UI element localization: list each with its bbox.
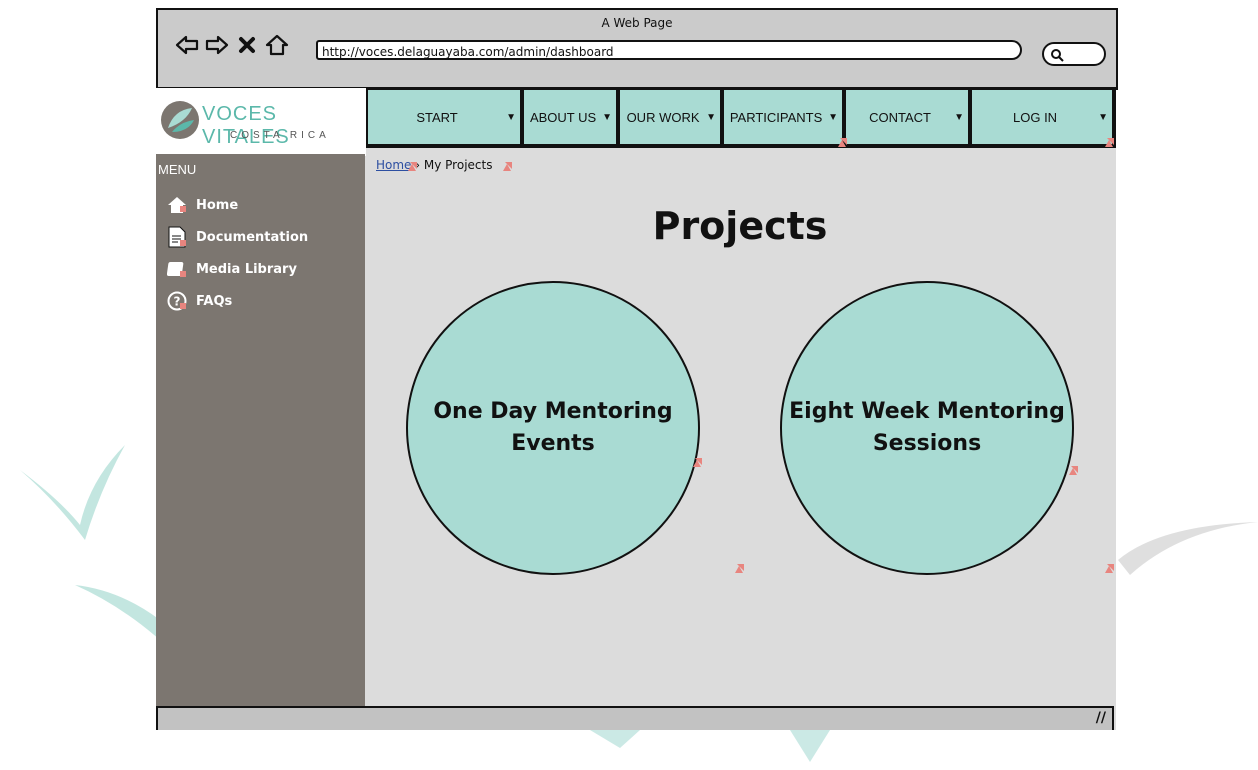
link-marker-icon <box>1105 564 1114 573</box>
logo-icon <box>161 101 199 139</box>
sidebar-item-home[interactable]: Home <box>166 194 238 216</box>
page-title: Projects <box>652 204 828 248</box>
project-title-line2: Events <box>511 431 595 456</box>
nav-contact[interactable]: CONTACT ▼ <box>844 88 972 148</box>
sidebar-item-media-library[interactable]: Media Library <box>166 258 297 280</box>
nav-our-work[interactable]: OUR WORK ▼ <box>618 88 724 148</box>
question-icon: ? <box>166 290 188 312</box>
nav-start[interactable]: START ▼ <box>366 88 524 148</box>
link-marker-icon <box>1105 138 1114 147</box>
breadcrumb-current: My Projects <box>423 158 493 172</box>
status-bar: // <box>156 706 1114 730</box>
browser-window: A Web Page http://voces.delaguayaba.com/… <box>156 8 1118 730</box>
chevron-down-icon: ▼ <box>1098 111 1108 123</box>
chevron-down-icon: ▼ <box>506 111 516 123</box>
breadcrumb: Home › My Projects <box>376 158 492 172</box>
media-icon <box>166 258 188 280</box>
link-marker-icon <box>408 162 417 171</box>
project-eight-week-mentoring[interactable]: Eight Week Mentoring Sessions <box>780 281 1074 575</box>
link-marker-icon <box>735 564 744 573</box>
sidebar: MENU Home Documentation Media Library ? … <box>156 154 365 706</box>
project-title-line1: Eight Week Mentoring <box>789 399 1065 424</box>
chevron-down-icon: ▼ <box>954 111 964 123</box>
link-marker-icon <box>1069 466 1078 475</box>
link-marker-icon <box>503 162 512 171</box>
sidebar-title: MENU <box>158 162 197 177</box>
sidebar-item-label: Media Library <box>196 261 297 277</box>
nav-start-label: START <box>416 109 458 125</box>
project-one-day-mentoring[interactable]: One Day Mentoring Events <box>406 281 700 575</box>
nav-log-in[interactable]: LOG IN ▼ <box>970 88 1116 148</box>
home-icon[interactable] <box>264 32 290 58</box>
search-icon <box>1050 47 1064 66</box>
link-marker-icon <box>693 458 702 467</box>
browser-nav-buttons <box>174 32 290 58</box>
site-logo[interactable]: VOCES VITALES COSTA RICA <box>156 88 366 156</box>
nav-participants[interactable]: PARTICIPANTS ▼ <box>722 88 846 148</box>
close-icon[interactable] <box>234 32 260 58</box>
window-title: A Web Page <box>601 16 673 30</box>
nav-our-work-label: OUR WORK <box>626 109 700 125</box>
browser-chrome: A Web Page http://voces.delaguayaba.com/… <box>156 8 1118 90</box>
sidebar-item-faqs[interactable]: ? FAQs <box>166 290 232 312</box>
home-icon <box>166 194 188 216</box>
document-icon <box>166 226 188 248</box>
back-arrow-icon[interactable] <box>174 32 200 58</box>
chevron-down-icon: ▼ <box>602 111 612 123</box>
svg-text:?: ? <box>174 295 181 309</box>
project-title-line2: Sessions <box>872 431 982 456</box>
logo-title: VOCES VITALES <box>202 103 290 148</box>
sidebar-item-label: FAQs <box>196 293 233 309</box>
sidebar-item-label: Home <box>196 197 239 213</box>
top-nav: START ▼ ABOUT US ▼ OUR WORK ▼ PARTICIPAN… <box>366 88 1116 154</box>
resize-grip-icon[interactable]: // <box>1096 710 1106 726</box>
sidebar-item-label: Documentation <box>196 229 309 245</box>
link-marker-icon <box>838 138 847 147</box>
chevron-down-icon: ▼ <box>706 111 716 123</box>
address-bar[interactable]: http://voces.delaguayaba.com/admin/dashb… <box>316 40 1022 60</box>
logo-subtitle: COSTA RICA <box>230 130 330 141</box>
browser-search[interactable] <box>1042 42 1106 66</box>
nav-log-in-label: LOG IN <box>1013 109 1058 125</box>
nav-about-us[interactable]: ABOUT US ▼ <box>522 88 620 148</box>
nav-about-us-label: ABOUT US <box>529 109 597 125</box>
sidebar-item-documentation[interactable]: Documentation <box>166 226 308 248</box>
forward-arrow-icon[interactable] <box>204 32 230 58</box>
nav-contact-label: CONTACT <box>869 109 931 125</box>
project-title-line1: One Day Mentoring <box>433 399 673 424</box>
chevron-down-icon: ▼ <box>828 111 838 123</box>
nav-participants-label: PARTICIPANTS <box>729 109 823 125</box>
